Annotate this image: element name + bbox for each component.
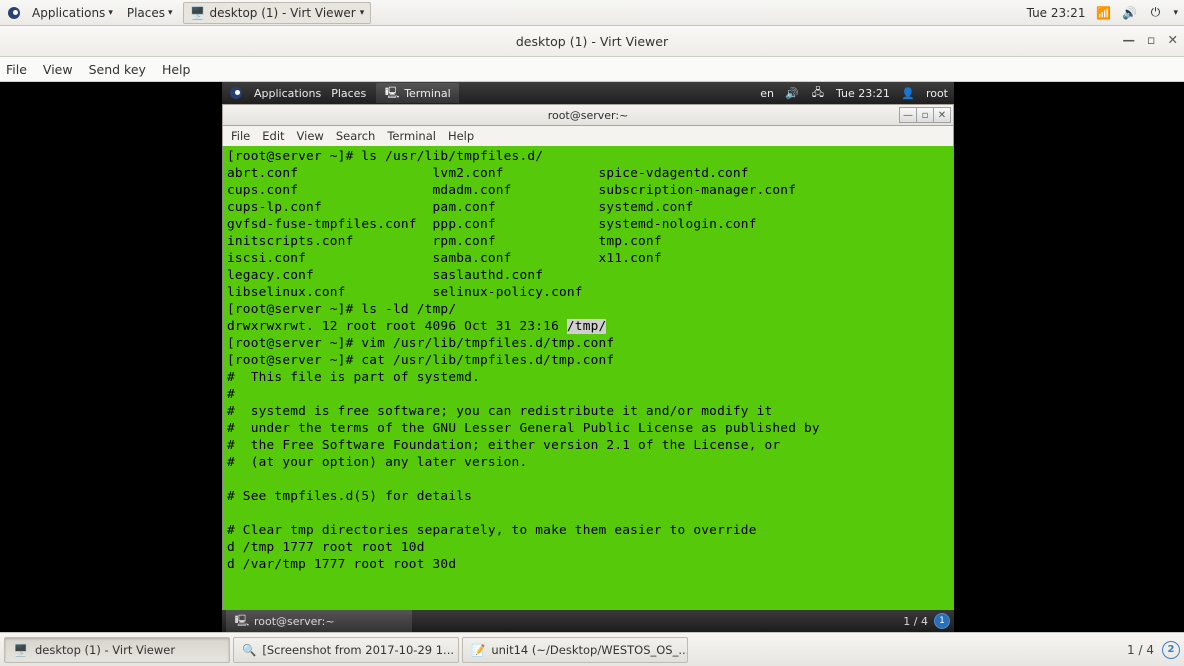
workspace-indicator[interactable]: 1 / 4 bbox=[903, 615, 928, 628]
display-icon: 🖥️ bbox=[190, 5, 206, 21]
guest-user-label[interactable]: root bbox=[926, 87, 948, 100]
minimize-button[interactable]: — bbox=[1123, 32, 1136, 47]
guest-taskbar-item[interactable]: 🖳 root@server:~ bbox=[226, 610, 412, 632]
term-menu-terminal[interactable]: Terminal bbox=[387, 129, 436, 143]
image-viewer-icon: 🔍 bbox=[242, 642, 256, 658]
terminal-menubar: File Edit View Search Terminal Help bbox=[222, 126, 954, 146]
taskbar-label: desktop (1) - Virt Viewer bbox=[35, 643, 175, 657]
taskbar-item-editor[interactable]: 📝 unit14 (~/Desktop/WESTOS_OS_... bbox=[462, 637, 688, 663]
power-icon[interactable]: ⏻ bbox=[1147, 5, 1163, 21]
window-list-label: desktop (1) - Virt Viewer bbox=[210, 6, 356, 20]
term-menu-search[interactable]: Search bbox=[336, 129, 376, 143]
term-menu-file[interactable]: File bbox=[231, 129, 250, 143]
taskbar-label: unit14 (~/Desktop/WESTOS_OS_... bbox=[491, 643, 688, 657]
window-title: desktop (1) - Virt Viewer bbox=[516, 34, 668, 49]
fedora-logo-icon bbox=[228, 85, 244, 101]
vm-display-viewport: Applications Places 🖳 Terminal en 🔊 🖧 Tu… bbox=[0, 82, 1184, 632]
workspace-indicator[interactable]: 1 / 4 bbox=[1127, 643, 1154, 657]
terminal-icon: 🖳 bbox=[234, 613, 250, 629]
volume-icon[interactable]: 🔊 bbox=[1121, 5, 1137, 21]
virt-viewer-titlebar: desktop (1) - Virt Viewer — ▫ ✕ bbox=[0, 26, 1184, 57]
keyboard-layout-label[interactable]: en bbox=[760, 87, 774, 100]
clock-label[interactable]: Tue 23:21 bbox=[1027, 6, 1086, 20]
guest-window-list-item[interactable]: 🖳 Terminal bbox=[376, 83, 459, 103]
menu-file[interactable]: File bbox=[6, 62, 27, 77]
term-menu-help[interactable]: Help bbox=[448, 129, 474, 143]
display-icon: 🖥️ bbox=[13, 642, 29, 658]
terminal-output[interactable]: [root@server ~]# ls /usr/lib/tmpfiles.d/… bbox=[222, 146, 954, 614]
window-list-item[interactable]: 🖥️ desktop (1) - Virt Viewer ▾ bbox=[183, 2, 372, 24]
terminal-maximize-button[interactable]: ▫ bbox=[916, 107, 934, 123]
terminal-close-button[interactable]: ✕ bbox=[933, 107, 951, 123]
host-bottom-panel: 🖥️ desktop (1) - Virt Viewer 🔍 [Screensh… bbox=[0, 632, 1184, 666]
close-button[interactable]: ✕ bbox=[1168, 32, 1178, 47]
applications-menu[interactable]: Applications ▾ bbox=[28, 6, 117, 20]
menu-view[interactable]: View bbox=[43, 62, 73, 77]
taskbar-item-virtviewer[interactable]: 🖥️ desktop (1) - Virt Viewer bbox=[4, 637, 230, 663]
text-editor-icon: 📝 bbox=[471, 642, 485, 658]
term-menu-edit[interactable]: Edit bbox=[262, 129, 284, 143]
terminal-title-label: root@server:~ bbox=[548, 109, 629, 122]
maximize-button[interactable]: ▫ bbox=[1147, 32, 1155, 47]
network-icon[interactable]: 🖧 bbox=[810, 85, 826, 101]
system-menu-caret[interactable]: ▾ bbox=[1173, 8, 1178, 18]
guest-bottom-panel: 🖳 root@server:~ 1 / 4 1 bbox=[222, 610, 954, 632]
guest-desktop: Applications Places 🖳 Terminal en 🔊 🖧 Tu… bbox=[222, 82, 954, 632]
menu-sendkey[interactable]: Send key bbox=[89, 62, 146, 77]
terminal-icon: 🖳 bbox=[384, 85, 400, 101]
network-icon[interactable]: 📶 bbox=[1095, 5, 1111, 21]
terminal-titlebar: root@server:~ — ▫ ✕ bbox=[222, 104, 954, 126]
virt-viewer-menubar: File View Send key Help bbox=[0, 57, 1184, 82]
volume-icon[interactable]: 🔊 bbox=[784, 85, 800, 101]
guest-applications-menu[interactable]: Applications bbox=[254, 87, 321, 100]
host-top-panel: Applications ▾ Places ▾ 🖥️ desktop (1) -… bbox=[0, 0, 1184, 26]
guest-clock[interactable]: Tue 23:21 bbox=[836, 87, 890, 100]
guest-places-menu[interactable]: Places bbox=[331, 87, 366, 100]
taskbar-item-screenshot[interactable]: 🔍 [Screenshot from 2017-10-29 1... bbox=[233, 637, 459, 663]
term-menu-view[interactable]: View bbox=[297, 129, 324, 143]
notification-badge[interactable]: 1 bbox=[934, 613, 950, 629]
user-icon: 👤 bbox=[900, 85, 916, 101]
menu-help[interactable]: Help bbox=[162, 62, 191, 77]
guest-top-panel: Applications Places 🖳 Terminal en 🔊 🖧 Tu… bbox=[222, 82, 954, 104]
guest-task-label: Terminal bbox=[404, 87, 451, 100]
terminal-minimize-button[interactable]: — bbox=[899, 107, 917, 123]
guest-taskbar-label: root@server:~ bbox=[254, 615, 335, 628]
terminal-window: root@server:~ — ▫ ✕ File Edit View Searc… bbox=[222, 104, 954, 614]
notification-badge[interactable]: 2 bbox=[1162, 641, 1180, 659]
places-menu[interactable]: Places ▾ bbox=[123, 6, 177, 20]
fedora-logo-icon bbox=[6, 5, 22, 21]
taskbar-label: [Screenshot from 2017-10-29 1... bbox=[262, 643, 454, 657]
